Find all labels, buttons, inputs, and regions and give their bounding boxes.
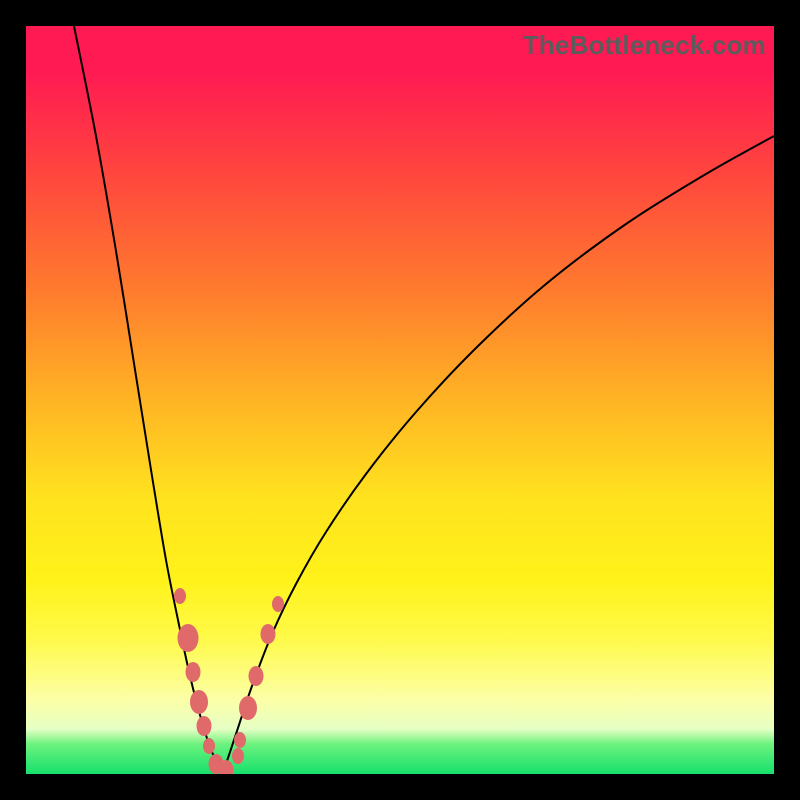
data-marker (239, 696, 257, 720)
data-marker (272, 596, 284, 612)
plot-area: TheBottleneck.com (26, 26, 774, 774)
data-marker (232, 748, 244, 764)
data-marker (249, 666, 264, 686)
data-marker (186, 662, 201, 682)
data-marker (261, 624, 276, 644)
data-marker (197, 716, 212, 736)
data-marker (174, 588, 186, 604)
data-marker (203, 738, 215, 754)
curve-right-arm (223, 136, 774, 773)
curve-left-arm (74, 26, 223, 773)
chart-frame: TheBottleneck.com (0, 0, 800, 800)
curve-layer (26, 26, 774, 774)
data-marker (178, 624, 199, 652)
data-marker (190, 690, 208, 714)
data-marker (234, 732, 246, 748)
markers-group (174, 588, 284, 774)
